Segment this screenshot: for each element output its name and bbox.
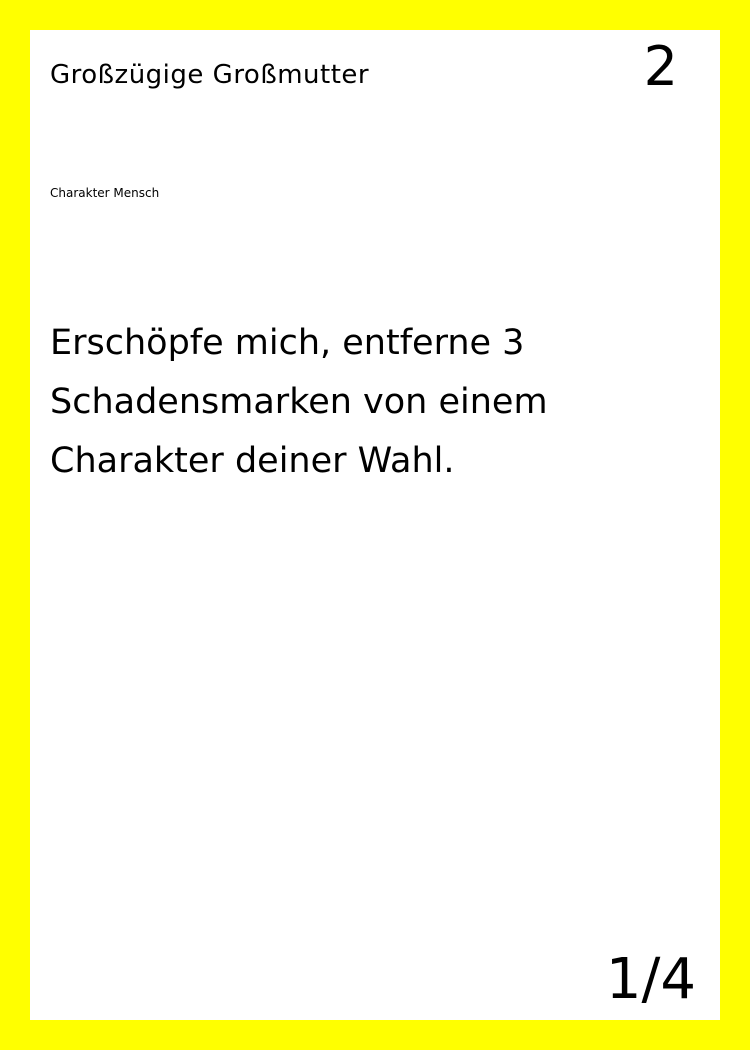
card-type: Charakter Mensch [50,186,160,200]
card-name: Großzügige Großmutter [50,60,370,90]
card-cost: 2 [643,35,678,98]
game-card: Großzügige Großmutter 2 Charakter Mensch… [30,30,720,1020]
card-ability-text: Erschöpfe mich, entferne 3 Schadensmarke… [50,323,548,481]
card-set-number: 1/4 [605,947,696,1012]
